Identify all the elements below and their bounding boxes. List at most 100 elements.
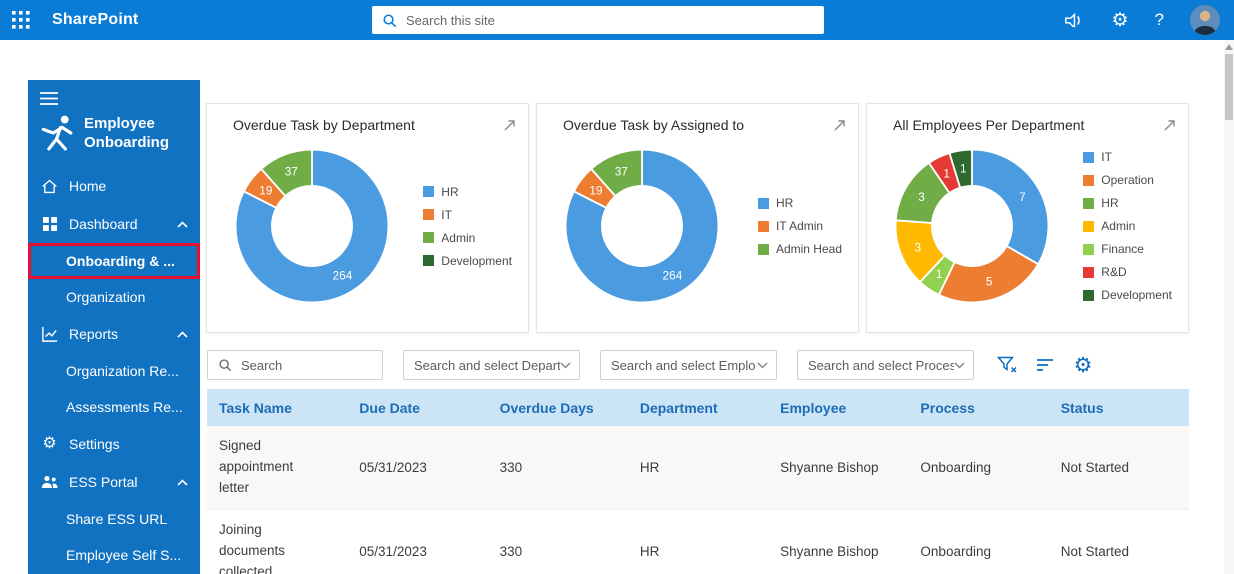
donut-value-label: 1	[943, 167, 950, 181]
sidebar-item-assessments-report[interactable]: Assessments Re...	[28, 389, 200, 425]
legend-label: IT Admin	[776, 219, 823, 233]
site-search-box[interactable]	[372, 6, 824, 34]
settings-button[interactable]: ⚙	[1111, 11, 1128, 30]
scrollbar-thumb[interactable]	[1225, 54, 1233, 120]
legend-swatch-icon	[1083, 221, 1094, 232]
app-logo[interactable]: Employee Onboarding	[28, 105, 200, 155]
chart-title: Overdue Task by Department	[233, 117, 415, 133]
chart-legend: HR IT Admin Development	[423, 185, 516, 268]
sidebar-item-label: Organization	[66, 289, 145, 305]
suite-bar: SharePoint ⚙ ?	[0, 0, 1234, 40]
hamburger-icon	[40, 92, 58, 105]
process-filter-dropdown[interactable]: Search and select Proces	[797, 350, 974, 380]
announcement-button[interactable]	[1063, 10, 1085, 30]
chart-legend: HR IT Admin Admin Head	[758, 196, 846, 256]
app-launcher-button[interactable]	[0, 0, 42, 40]
sidebar-item-label: Share ESS URL	[66, 511, 167, 527]
help-button[interactable]: ?	[1155, 10, 1164, 30]
sharepoint-brand[interactable]: SharePoint	[52, 11, 138, 29]
gear-icon: ⚙	[1111, 11, 1128, 30]
table-search-input[interactable]	[241, 358, 372, 373]
donut-value-label: 5	[986, 275, 993, 289]
legend-item-development[interactable]: Development	[423, 254, 512, 268]
sidebar-item-organization-report[interactable]: Organization Re...	[28, 353, 200, 389]
legend-swatch-icon	[758, 244, 769, 255]
column-header-due-date[interactable]: Due Date	[347, 400, 487, 416]
donut-value-label: 264	[333, 269, 353, 283]
legend-swatch-icon	[758, 198, 769, 209]
expand-icon[interactable]	[503, 117, 516, 132]
legend-item-it-admin[interactable]: IT Admin	[758, 219, 842, 233]
legend-item-admin[interactable]: Admin	[1083, 219, 1172, 233]
dashboard-icon	[40, 217, 59, 231]
sidebar-item-home[interactable]: Home	[28, 167, 200, 205]
legend-swatch-icon	[423, 232, 434, 243]
legend-swatch-icon	[1083, 267, 1094, 278]
legend-item-admin[interactable]: Admin	[423, 231, 512, 245]
table-settings-button[interactable]: ⚙	[1068, 350, 1098, 380]
person-logo-icon	[36, 111, 80, 155]
column-header-employee[interactable]: Employee	[768, 400, 908, 416]
cell-task-name: Signed appointment letter	[207, 426, 347, 509]
table-search-box[interactable]	[207, 350, 383, 380]
donut-chart: 2641937	[551, 135, 733, 317]
employee-filter-dropdown[interactable]: Search and select Emplo	[600, 350, 777, 380]
legend-swatch-icon	[1083, 290, 1094, 301]
sidebar-item-label: Assessments Re...	[66, 399, 183, 415]
column-header-overdue-days[interactable]: Overdue Days	[488, 400, 628, 416]
sidebar-item-reports[interactable]: Reports	[28, 315, 200, 353]
legend-item-hr[interactable]: HR	[1083, 196, 1172, 210]
expand-icon[interactable]	[1163, 117, 1176, 132]
user-avatar[interactable]	[1190, 5, 1220, 35]
tasks-table: Task Name Due Date Overdue Days Departme…	[207, 389, 1189, 574]
legend-item-r-d[interactable]: R&D	[1083, 265, 1172, 279]
scrollbar-up-arrow[interactable]	[1225, 44, 1233, 50]
menu-toggle-button[interactable]	[28, 88, 68, 105]
legend-item-admin-head[interactable]: Admin Head	[758, 242, 842, 256]
sidebar-item-onboarding[interactable]: Onboarding & ...	[28, 243, 200, 279]
cell-process: Onboarding	[908, 534, 1048, 569]
legend-item-hr[interactable]: HR	[758, 196, 842, 210]
sidebar-item-dashboard[interactable]: Dashboard	[28, 205, 200, 243]
legend-label: HR	[441, 185, 458, 199]
donut-value-label: 1	[936, 267, 943, 281]
search-icon	[218, 358, 232, 372]
column-header-task-name[interactable]: Task Name	[207, 400, 347, 416]
sidebar-item-organization[interactable]: Organization	[28, 279, 200, 315]
clear-filter-button[interactable]	[992, 350, 1022, 380]
sidebar-menu: Home Dashboard Onboarding & ... Organiza…	[28, 167, 200, 573]
site-search-input[interactable]	[406, 13, 814, 28]
chevron-down-icon	[954, 362, 965, 369]
column-header-status[interactable]: Status	[1049, 400, 1189, 416]
department-filter-dropdown[interactable]: Search and select Depart	[403, 350, 580, 380]
table-row[interactable]: Joining documents collected 05/31/2023 3…	[207, 510, 1189, 574]
chart-card-overdue-by-department: Overdue Task by Department 2641937 HRITA…	[206, 103, 529, 333]
chart-title: All Employees Per Department	[893, 117, 1084, 133]
legend-item-finance[interactable]: Finance	[1083, 242, 1172, 256]
sort-button[interactable]	[1030, 350, 1060, 380]
legend-item-it[interactable]: IT	[1083, 150, 1172, 164]
expand-icon[interactable]	[833, 117, 846, 132]
filter-clear-icon	[997, 356, 1018, 374]
gear-icon: ⚙	[40, 436, 59, 452]
sidebar-item-label: Reports	[69, 326, 118, 342]
legend-swatch-icon	[1083, 244, 1094, 255]
column-header-process[interactable]: Process	[908, 400, 1048, 416]
sidebar-item-share-ess-url[interactable]: Share ESS URL	[28, 501, 200, 537]
sidebar-item-label: Organization Re...	[66, 363, 179, 379]
sidebar-item-employee-self-service[interactable]: Employee Self S...	[28, 537, 200, 573]
legend-item-development[interactable]: Development	[1083, 288, 1172, 302]
table-row[interactable]: Signed appointment letter 05/31/2023 330…	[207, 426, 1189, 510]
column-header-department[interactable]: Department	[628, 400, 768, 416]
sort-lines-icon	[1036, 358, 1054, 372]
chevron-up-icon	[177, 331, 188, 338]
legend-item-it[interactable]: IT	[423, 208, 512, 222]
page-scrollbar[interactable]	[1224, 40, 1234, 574]
cell-due-date: 05/31/2023	[347, 450, 487, 485]
reports-chart-icon	[40, 326, 59, 342]
legend-item-hr[interactable]: HR	[423, 185, 512, 199]
people-icon	[40, 475, 59, 489]
legend-item-operation[interactable]: Operation	[1083, 173, 1172, 187]
sidebar-item-settings[interactable]: ⚙ Settings	[28, 425, 200, 463]
sidebar-item-ess-portal[interactable]: ESS Portal	[28, 463, 200, 501]
